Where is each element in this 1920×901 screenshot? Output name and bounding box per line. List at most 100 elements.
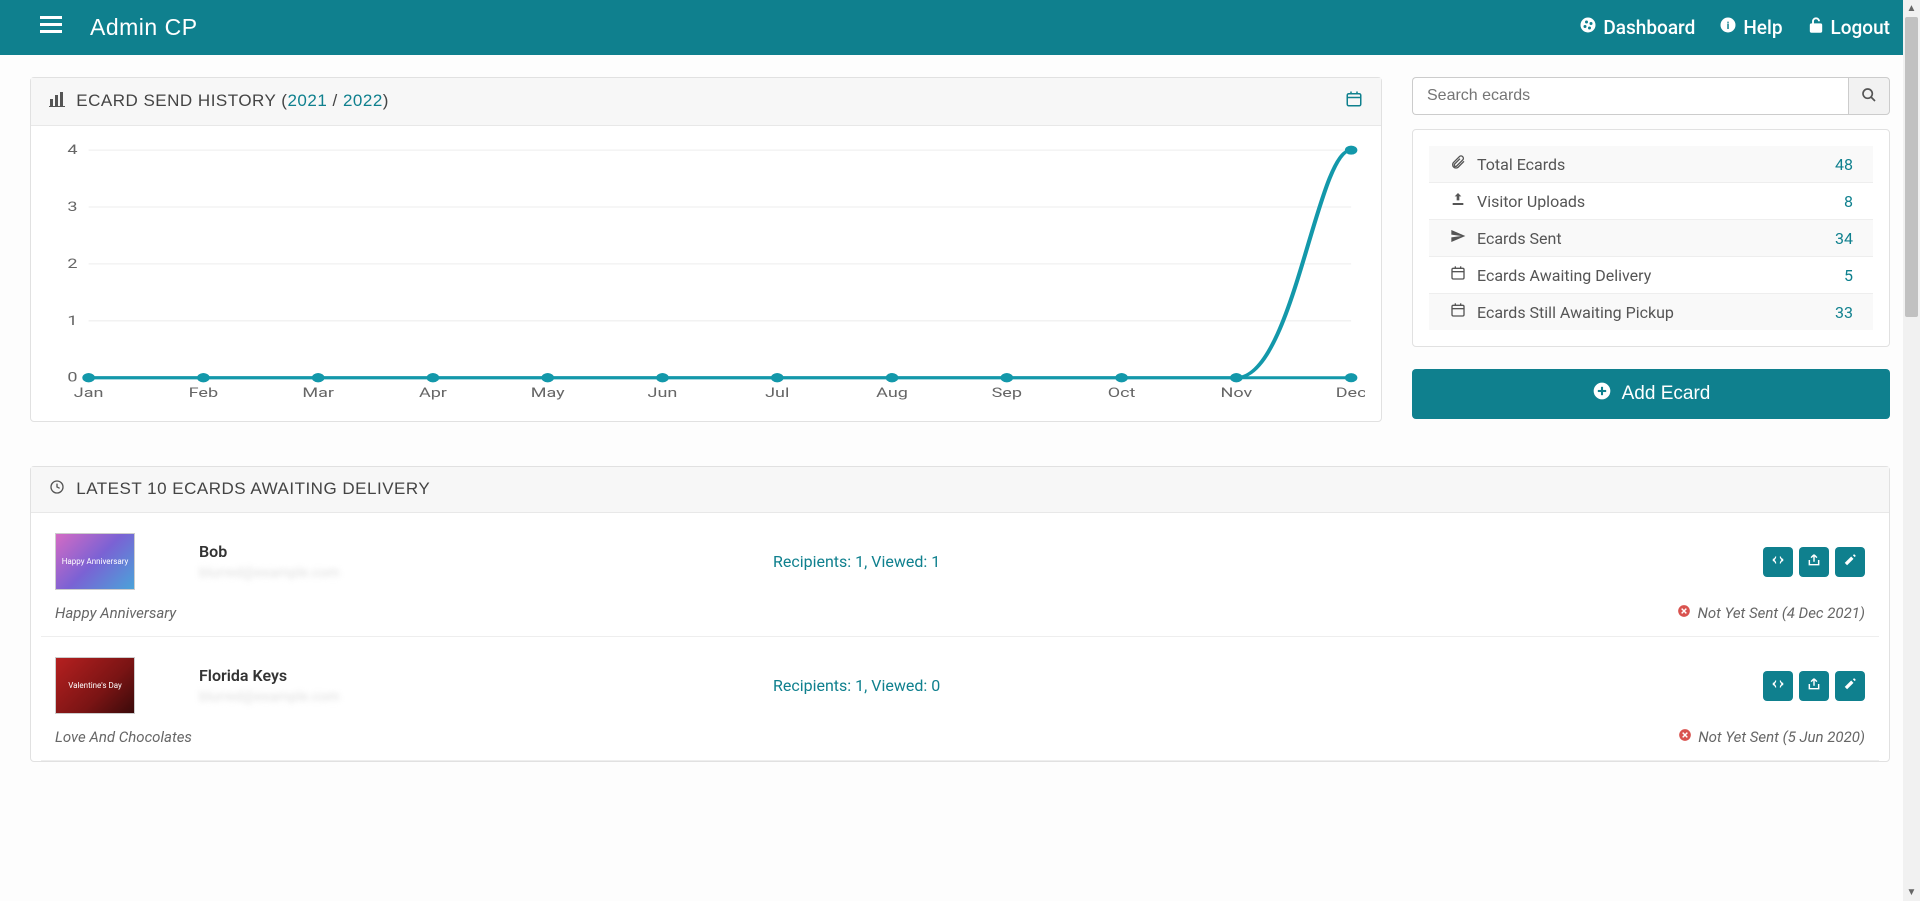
stat-label-text: Visitor Uploads	[1477, 192, 1585, 211]
search-icon	[1861, 87, 1877, 106]
chart-panel: ECARD SEND HISTORY (2021 / 2022) 01234Ja…	[30, 77, 1382, 422]
send-icon	[1449, 228, 1467, 248]
svg-text:2: 2	[67, 255, 77, 271]
scroll-up-arrow-icon[interactable]: ▲	[1903, 0, 1920, 17]
topbar-left: Admin CP	[40, 14, 198, 41]
search-row	[1412, 77, 1890, 115]
share-icon	[1807, 677, 1821, 695]
menu-toggle-icon[interactable]	[40, 15, 62, 40]
stat-label-text: Ecards Awaiting Delivery	[1477, 266, 1651, 285]
stat-row[interactable]: Visitor Uploads 8	[1429, 183, 1873, 220]
stat-row[interactable]: Ecards Awaiting Delivery 5	[1429, 257, 1873, 294]
dashboard-link[interactable]: Dashboard	[1579, 16, 1695, 39]
ecard-row: Happy Anniversary Bob blurred@example.co…	[31, 513, 1889, 637]
paperclip-icon	[1449, 154, 1467, 174]
chart-body: 01234JanFebMarAprMayJunJulAugSepOctNovDe…	[31, 126, 1381, 421]
search-button[interactable]	[1848, 77, 1890, 115]
ecard-top: Valentine's Day Florida Keys blurred@exa…	[41, 657, 1879, 714]
chart-panel-header: ECARD SEND HISTORY (2021 / 2022)	[31, 78, 1381, 126]
svg-text:Jun: Jun	[648, 384, 678, 400]
stat-row[interactable]: Total Ecards 48	[1429, 146, 1873, 183]
help-label: Help	[1743, 16, 1782, 39]
line-chart: 01234JanFebMarAprMayJunJulAugSepOctNovDe…	[47, 140, 1365, 403]
svg-text:4: 4	[67, 142, 77, 158]
svg-text:Nov: Nov	[1220, 384, 1252, 400]
dashboard-label: Dashboard	[1603, 16, 1695, 39]
topbar: Admin CP Dashboard i Help Logout	[0, 0, 1920, 55]
bar-chart-icon	[49, 92, 70, 111]
awaiting-panel: LATEST 10 ECARDS AWAITING DELIVERY Happy…	[30, 466, 1890, 762]
stat-value: 34	[1835, 229, 1853, 248]
stat-value: 5	[1844, 266, 1853, 285]
times-circle-icon	[1677, 604, 1691, 622]
pencil-icon	[1843, 553, 1857, 571]
chart-title-prefix: ECARD SEND HISTORY (	[76, 91, 287, 110]
stat-label: Total Ecards	[1449, 154, 1565, 174]
calendar-icon	[1449, 265, 1467, 285]
stat-row[interactable]: Ecards Still Awaiting Pickup33	[1429, 294, 1873, 330]
logout-link[interactable]: Logout	[1807, 16, 1891, 39]
add-ecard-button[interactable]: Add Ecard	[1412, 369, 1890, 419]
awaiting-panel-header: LATEST 10 ECARDS AWAITING DELIVERY	[31, 467, 1889, 513]
clock-icon	[49, 480, 70, 499]
chart-title: ECARD SEND HISTORY (2021 / 2022)	[49, 91, 389, 112]
chart-year2-link[interactable]: 2022	[343, 91, 383, 110]
stat-value: 8	[1844, 192, 1853, 211]
stat-row[interactable]: Ecards Sent34	[1429, 220, 1873, 257]
help-link[interactable]: i Help	[1719, 16, 1782, 39]
edit-button[interactable]	[1835, 671, 1865, 701]
main-content: ECARD SEND HISTORY (2021 / 2022) 01234Ja…	[0, 55, 1920, 466]
svg-text:Apr: Apr	[419, 384, 448, 400]
chart-year1-link[interactable]: 2021	[287, 91, 327, 110]
pencil-icon	[1843, 677, 1857, 695]
stat-label-text: Ecards Still Awaiting Pickup	[1477, 303, 1674, 322]
ecard-email: blurred@example.com	[199, 689, 709, 705]
chart-year-sep: /	[327, 91, 343, 110]
svg-text:Dec: Dec	[1336, 384, 1365, 400]
binoculars-icon	[1771, 553, 1785, 571]
left-column: ECARD SEND HISTORY (2021 / 2022) 01234Ja…	[30, 77, 1382, 444]
ecard-thumbnail[interactable]: Happy Anniversary	[55, 533, 135, 590]
ecard-actions	[1763, 547, 1865, 577]
right-column: Total Ecards 48 Visitor Uploads 8 Ecards Sen…	[1412, 77, 1890, 419]
view-button[interactable]	[1763, 547, 1793, 577]
ecard-stats: Recipients: 1, Viewed: 0	[773, 676, 1699, 695]
ecard-thumbnail[interactable]: Valentine's Day	[55, 657, 135, 714]
stat-label-text: Total Ecards	[1477, 155, 1565, 174]
edit-button[interactable]	[1835, 547, 1865, 577]
view-button[interactable]	[1763, 671, 1793, 701]
plus-circle-icon	[1592, 381, 1612, 407]
svg-text:Aug: Aug	[876, 384, 908, 400]
ecard-actions	[1763, 671, 1865, 701]
scroll-down-arrow-icon[interactable]: ▼	[1903, 884, 1920, 901]
calendar-icon[interactable]	[1345, 90, 1363, 113]
svg-text:Jan: Jan	[74, 384, 104, 400]
svg-text:Oct: Oct	[1108, 384, 1136, 400]
svg-text:i: i	[1727, 19, 1730, 32]
svg-text:Jul: Jul	[765, 384, 789, 400]
svg-text:Feb: Feb	[189, 384, 219, 400]
ecard-bottom: Happy Anniversary Not Yet Sent (4 Dec 20…	[41, 590, 1879, 637]
stats-panel: Total Ecards 48 Visitor Uploads 8 Ecards Sen…	[1412, 129, 1890, 347]
ecard-status: Not Yet Sent (5 Jun 2020)	[1678, 728, 1865, 746]
ecard-status-text: Not Yet Sent (4 Dec 2021)	[1697, 604, 1865, 622]
calendar-icon	[1449, 302, 1467, 322]
stat-label: Ecards Still Awaiting Pickup	[1449, 302, 1674, 322]
logout-label: Logout	[1831, 16, 1891, 39]
scrollbar-thumb[interactable]	[1905, 17, 1918, 317]
info-icon: i	[1719, 16, 1737, 39]
share-button[interactable]	[1799, 671, 1829, 701]
upload-icon	[1449, 191, 1467, 211]
ecard-title: Love And Chocolates	[55, 728, 192, 746]
binoculars-icon	[1771, 677, 1785, 695]
ecard-stats: Recipients: 1, Viewed: 1	[773, 552, 1699, 571]
svg-text:3: 3	[67, 199, 77, 215]
stat-value: 48	[1835, 155, 1853, 174]
ecard-row: Valentine's Day Florida Keys blurred@exa…	[31, 637, 1889, 761]
scrollbar-track[interactable]: ▲ ▼	[1903, 0, 1920, 901]
svg-text:May: May	[531, 384, 566, 400]
search-input[interactable]	[1412, 77, 1848, 115]
ecard-sender: Florida Keys	[199, 666, 709, 685]
svg-text:Mar: Mar	[302, 384, 334, 400]
share-button[interactable]	[1799, 547, 1829, 577]
